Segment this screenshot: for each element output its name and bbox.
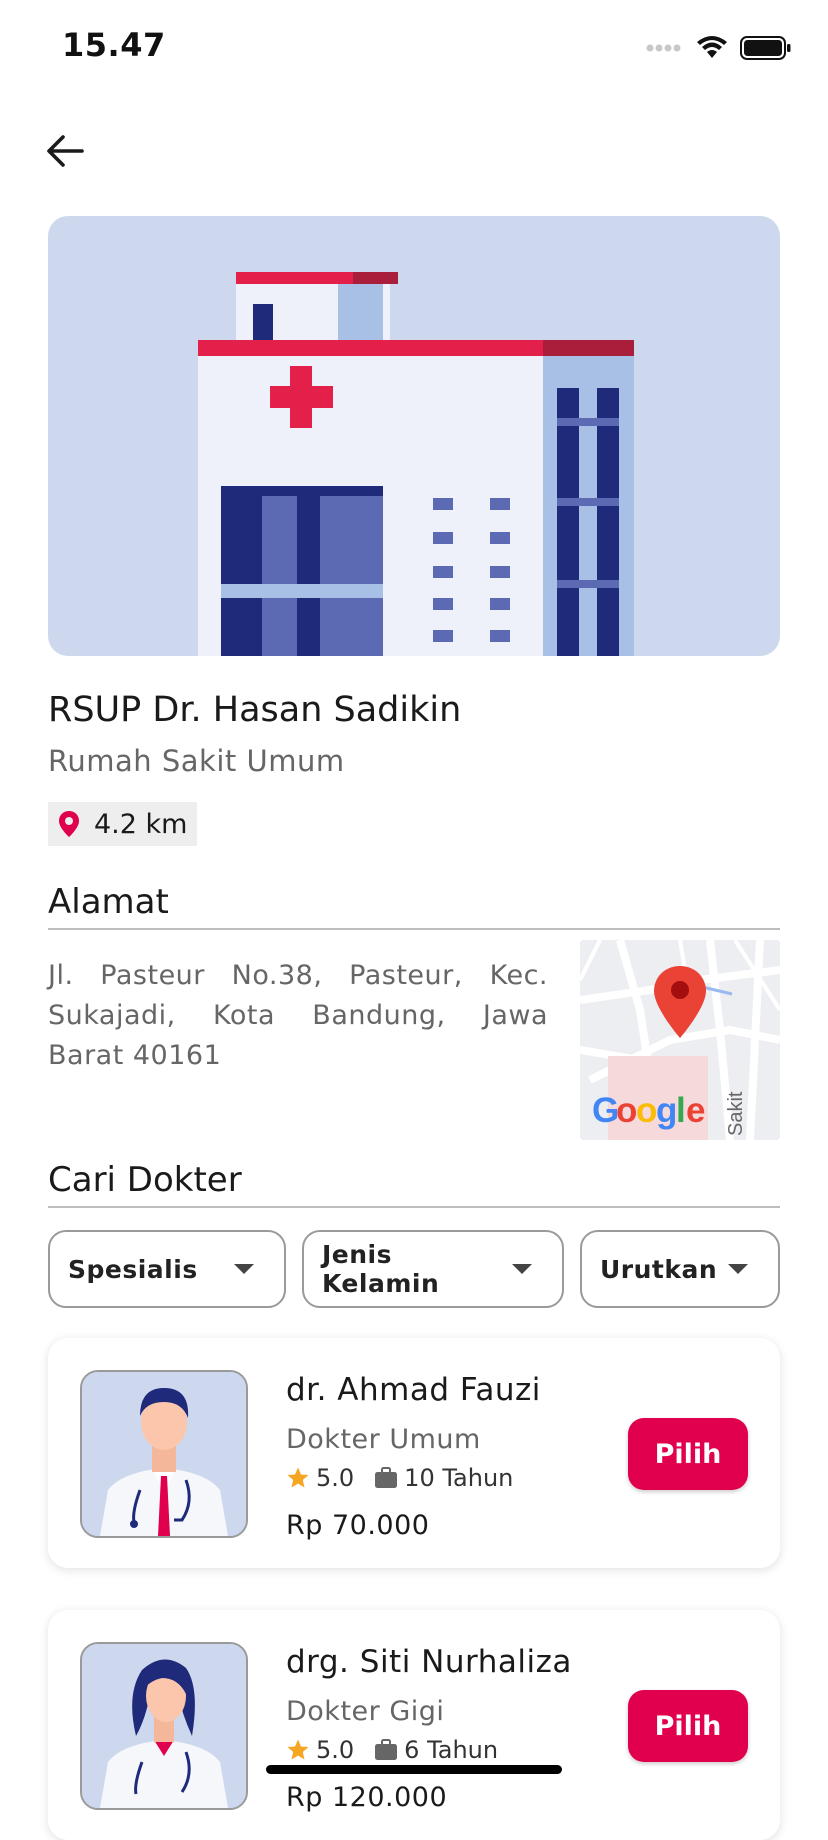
doctor-card[interactable]: drg. Siti Nurhaliza Dokter Gigi 5.0 6 Ta… bbox=[48, 1610, 780, 1840]
doctor-experience: 10 Tahun bbox=[404, 1464, 514, 1492]
briefcase-icon bbox=[375, 1467, 398, 1488]
doctor-card[interactable]: dr. Ahmad Fauzi Dokter Umum 5.0 10 Tahun… bbox=[48, 1338, 780, 1568]
dropdown-label: Jenis Kelamin bbox=[322, 1240, 440, 1298]
chevron-down-icon bbox=[234, 1264, 254, 1274]
doctor-meta: 5.0 10 Tahun bbox=[286, 1464, 513, 1492]
distance-badge: 4.2 km bbox=[48, 802, 198, 846]
status-icons bbox=[646, 36, 792, 60]
doctor-meta: 5.0 6 Tahun bbox=[286, 1736, 498, 1764]
select-doctor-button[interactable]: Pilih bbox=[628, 1690, 748, 1762]
doctor-price: Rp 120.000 bbox=[286, 1782, 448, 1813]
back-button[interactable] bbox=[38, 124, 92, 178]
star-icon bbox=[287, 1739, 309, 1760]
doctor-rating: 5.0 bbox=[316, 1464, 355, 1492]
sort-dropdown[interactable]: Urutkan bbox=[580, 1230, 780, 1308]
select-doctor-button[interactable]: Pilih bbox=[628, 1418, 748, 1490]
hospital-building-illustration bbox=[198, 272, 634, 656]
briefcase-icon bbox=[375, 1739, 398, 1760]
address-text: Jl. Pasteur No.38, Pasteur, Kec. Sukajad… bbox=[48, 960, 548, 1071]
doctor-rating: 5.0 bbox=[316, 1736, 355, 1764]
map-street-label: Sakit bbox=[725, 1091, 747, 1136]
gender-filter-dropdown[interactable]: Jenis Kelamin bbox=[302, 1230, 564, 1308]
location-map[interactable]: G o o g l e Sakit bbox=[580, 940, 780, 1140]
status-time: 15.47 bbox=[62, 26, 166, 64]
svg-text:l: l bbox=[676, 1091, 686, 1130]
female-doctor-illustration bbox=[82, 1644, 246, 1808]
wifi-icon bbox=[697, 36, 727, 58]
dropdown-label: Urutkan bbox=[600, 1254, 718, 1284]
male-doctor-illustration bbox=[82, 1372, 246, 1536]
hospital-name: RSUP Dr. Hasan Sadikin bbox=[48, 690, 462, 730]
doctor-name: drg. Siti Nurhaliza bbox=[286, 1644, 572, 1680]
hospital-type: Rumah Sakit Umum bbox=[48, 744, 345, 778]
doctor-experience: 6 Tahun bbox=[404, 1736, 499, 1764]
map-thumbnail: G o o g l e Sakit bbox=[580, 940, 780, 1140]
battery-icon bbox=[740, 36, 791, 60]
arrow-left-icon bbox=[47, 135, 84, 167]
location-pin-icon bbox=[59, 811, 79, 837]
doctor-avatar bbox=[80, 1642, 248, 1810]
svg-text:o: o bbox=[616, 1091, 637, 1130]
home-indicator bbox=[266, 1765, 562, 1774]
svg-text:e: e bbox=[686, 1091, 705, 1130]
hospital-hero-image bbox=[48, 216, 780, 656]
doctor-price: Rp 70.000 bbox=[286, 1510, 430, 1541]
svg-text:o: o bbox=[636, 1091, 657, 1130]
address-section-title: Alamat bbox=[48, 882, 780, 930]
svg-text:g: g bbox=[656, 1091, 677, 1130]
chevron-down-icon bbox=[512, 1264, 532, 1274]
specialty-filter-dropdown[interactable]: Spesialis bbox=[48, 1230, 286, 1308]
distance-text: 4.2 km bbox=[94, 808, 188, 840]
star-icon bbox=[287, 1467, 309, 1488]
doctor-specialty: Dokter Umum bbox=[286, 1424, 481, 1455]
dropdown-label: Spesialis bbox=[68, 1254, 198, 1284]
doctor-avatar bbox=[80, 1370, 248, 1538]
chevron-down-icon bbox=[728, 1264, 748, 1274]
doctor-name: dr. Ahmad Fauzi bbox=[286, 1372, 541, 1408]
find-doctor-section-title: Cari Dokter bbox=[48, 1160, 780, 1208]
doctor-specialty: Dokter Gigi bbox=[286, 1696, 445, 1727]
cellular-signal-icon bbox=[646, 44, 681, 52]
